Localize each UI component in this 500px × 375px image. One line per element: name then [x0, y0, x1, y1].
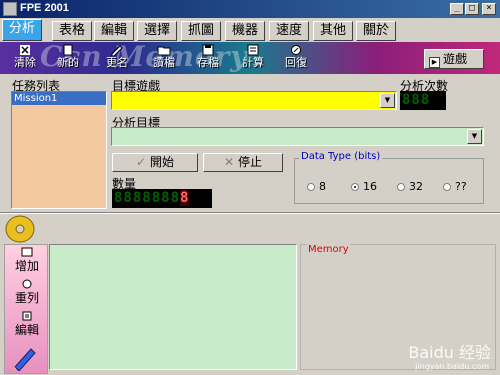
radio-dot: [397, 183, 405, 191]
radio-32bit-label: 32: [409, 180, 423, 193]
tab-analyze[interactable]: 分析: [2, 19, 43, 41]
tab-about[interactable]: 關於: [356, 21, 397, 41]
load-button[interactable]: 讀檔: [147, 44, 181, 72]
relist-label: 重列: [14, 291, 39, 305]
radio-dot: [351, 183, 359, 191]
start-button[interactable]: ✓ 開始: [112, 153, 198, 172]
add-label: 增加: [14, 259, 39, 273]
tab-machine[interactable]: 機器: [225, 21, 266, 41]
stop-label: 停止: [237, 155, 262, 169]
edit-icon: [22, 311, 32, 321]
radio-8bit-label: 8: [319, 180, 326, 193]
add-button[interactable]: 增加: [5, 247, 49, 274]
clear-icon: [20, 45, 30, 55]
load-label: 讀檔: [153, 56, 175, 69]
new-label: 新的: [57, 56, 79, 69]
calc-label: 計算: [242, 56, 264, 69]
quantity-digits: 8888888: [114, 190, 181, 206]
tab-select[interactable]: 選擇: [137, 21, 178, 41]
chevron-down-icon[interactable]: ▼: [380, 93, 395, 108]
disc-icon: [4, 214, 40, 244]
tab-table[interactable]: 表格: [52, 21, 93, 41]
watermark-url: jingyan.baidu.com: [415, 362, 489, 371]
memory-legend: Memory: [307, 244, 350, 255]
rename-label: 更名: [106, 56, 128, 69]
relist-icon: [22, 279, 32, 289]
sidebar: 增加 重列 編輯: [4, 244, 48, 374]
close-button[interactable]: ×: [482, 3, 496, 15]
radio-32bit[interactable]: 32: [397, 180, 423, 193]
start-label: 開始: [149, 155, 174, 169]
memory-group: Memory Baidu 经验 jingyan.baidu.com: [300, 244, 496, 371]
tab-capture[interactable]: 抓圖: [181, 21, 222, 41]
title-bar: FPE 2001 _ □ ×: [0, 0, 500, 18]
calc-button[interactable]: 計算: [236, 44, 270, 72]
clear-button[interactable]: 清除: [8, 44, 42, 72]
quantity-display: 88888888: [112, 189, 212, 208]
result-list[interactable]: [49, 244, 297, 370]
save-button[interactable]: 存檔: [191, 44, 225, 72]
edit-button[interactable]: 編輯: [5, 311, 49, 338]
restore-icon: [291, 45, 301, 55]
maximize-button[interactable]: □: [465, 3, 479, 15]
add-icon: [21, 247, 33, 257]
radio-unknown-label: ??: [455, 180, 467, 193]
edit-label: 編輯: [14, 323, 39, 337]
new-button[interactable]: 新的: [51, 44, 85, 72]
radio-dot: [307, 183, 315, 191]
chevron-down-icon[interactable]: ▼: [467, 129, 482, 144]
tab-other[interactable]: 其他: [313, 21, 354, 41]
game-button[interactable]: ▶ 遊戲: [424, 49, 484, 69]
radio-16bit-label: 16: [363, 180, 377, 193]
check-icon: ✓: [136, 155, 147, 169]
new-icon: [63, 44, 73, 56]
radio-unknown[interactable]: ??: [443, 180, 467, 193]
cross-icon: ✕: [224, 155, 235, 169]
analysis-target-combo[interactable]: ▼: [111, 127, 484, 146]
relist-button[interactable]: 重列: [5, 279, 49, 306]
save-icon: [202, 44, 214, 56]
play-icon: ▶: [429, 57, 440, 68]
watermark: Baidu 经验: [408, 343, 491, 362]
restore-label: 回復: [285, 56, 307, 69]
clear-label: 清除: [14, 56, 36, 69]
radio-8bit[interactable]: 8: [307, 180, 326, 193]
app-icon: [3, 2, 17, 16]
pencil-icon: [13, 348, 36, 371]
rename-icon: [111, 45, 123, 56]
stop-button[interactable]: ✕ 停止: [203, 153, 283, 172]
data-type-group: Data Type (bits) 8 16 32 ??: [294, 151, 484, 204]
target-game-combo[interactable]: ▼: [111, 91, 397, 110]
game-button-label: 遊戲: [443, 52, 468, 66]
radio-16bit[interactable]: 16: [351, 180, 377, 193]
save-label: 存檔: [197, 56, 219, 69]
tab-edit[interactable]: 編輯: [94, 21, 135, 41]
divider: [0, 212, 500, 214]
load-icon: [157, 46, 171, 56]
quantity-last-digit: 8: [180, 190, 190, 206]
radio-dot: [443, 183, 451, 191]
tab-speed[interactable]: 速度: [269, 21, 310, 41]
rename-button[interactable]: 更名: [100, 44, 134, 72]
tab-bar: 分析 表格 編輯 選擇 抓圖 機器 速度 其他 關於: [0, 18, 500, 42]
restore-button[interactable]: 回復: [279, 44, 313, 72]
task-list[interactable]: Mission1: [11, 91, 107, 209]
list-item[interactable]: Mission1: [12, 92, 106, 105]
data-type-legend: Data Type (bits): [299, 151, 383, 162]
calc-icon: [247, 44, 259, 56]
window-title: FPE 2001: [20, 2, 69, 14]
minimize-button[interactable]: _: [450, 3, 464, 15]
analysis-count-display: 888: [400, 91, 446, 110]
